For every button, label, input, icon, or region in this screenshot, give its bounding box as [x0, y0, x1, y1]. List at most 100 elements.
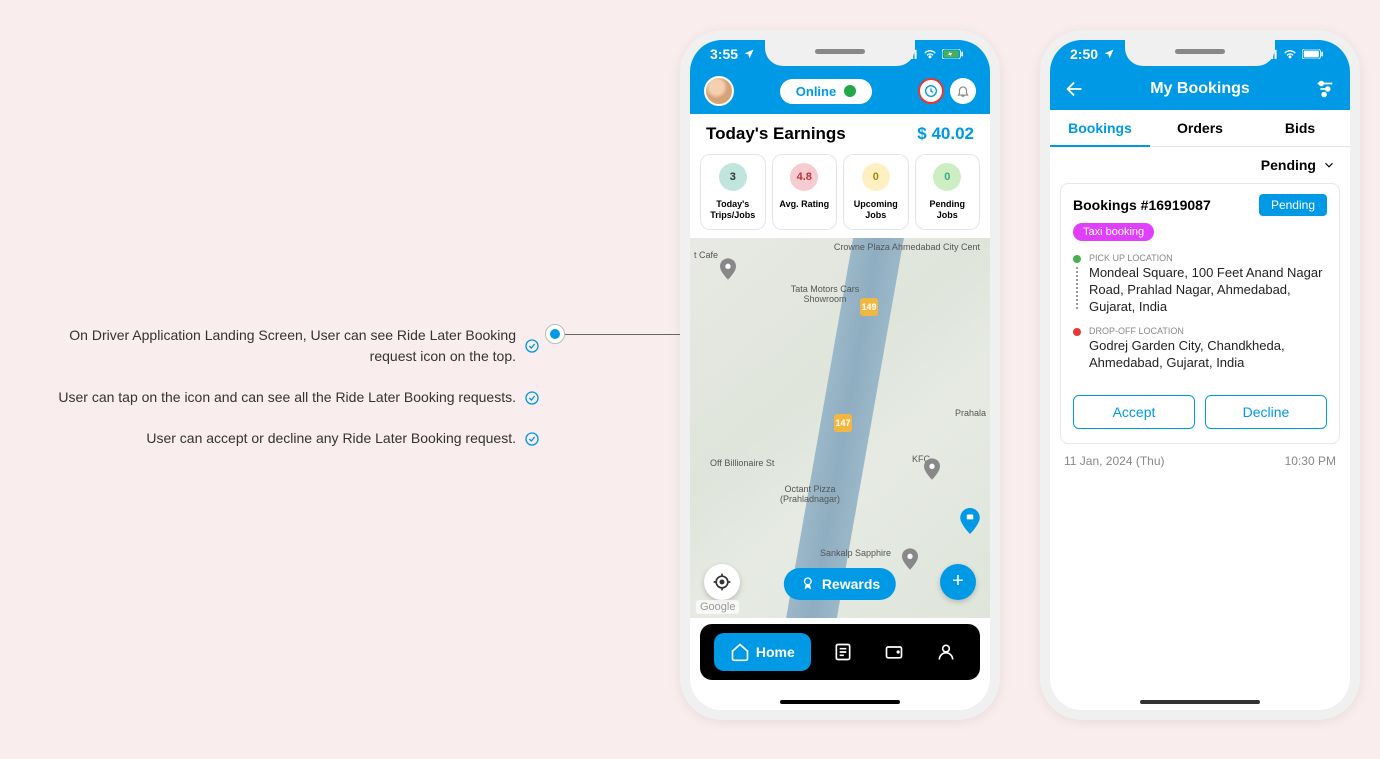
stat-value: 4.8: [790, 163, 818, 191]
nav-home[interactable]: Home: [714, 633, 811, 671]
map-poi-label: t Cafe: [694, 250, 718, 260]
route-line: [1076, 267, 1078, 309]
stat-label: Today's Trips/Jobs: [705, 199, 761, 221]
battery-icon: [942, 49, 964, 59]
status-time: 2:50: [1070, 46, 1098, 62]
stats-cards: 3 Today's Trips/Jobs 4.8 Avg. Rating 0 U…: [690, 150, 990, 238]
map-street-label: Off Billionaire St: [710, 458, 774, 468]
nav-wallet[interactable]: [874, 633, 914, 671]
earnings-summary: Today's Earnings $ 40.02: [690, 114, 990, 150]
nav-jobs[interactable]: [823, 633, 863, 671]
person-icon: [936, 642, 956, 662]
dropoff-label: DROP-OFF LOCATION: [1089, 326, 1327, 336]
booking-time: 10:30 PM: [1285, 454, 1336, 468]
status-time: 3:55: [710, 46, 738, 62]
notifications-icon[interactable]: [950, 78, 976, 104]
ride-later-icon[interactable]: [918, 78, 944, 104]
battery-icon: [1302, 49, 1324, 59]
map-shield-marker: 147: [834, 414, 852, 432]
chevron-down-icon: [1322, 158, 1336, 172]
stat-value: 0: [862, 163, 890, 191]
app-header: Online: [690, 68, 990, 114]
stat-trips[interactable]: 3 Today's Trips/Jobs: [700, 154, 766, 230]
filter-label: Pending: [1261, 157, 1316, 173]
map-pin-icon: [720, 258, 736, 280]
online-toggle[interactable]: Online: [780, 79, 872, 104]
home-indicator: [780, 700, 900, 704]
filter-icon[interactable]: [1314, 78, 1336, 100]
nav-label: Home: [756, 644, 795, 660]
list-icon: [833, 642, 853, 662]
phone-notch: [1125, 40, 1275, 66]
decline-button[interactable]: Decline: [1205, 395, 1327, 429]
fab-add-button[interactable]: +: [940, 564, 976, 600]
online-label: Online: [796, 84, 836, 99]
accept-button[interactable]: Accept: [1073, 395, 1195, 429]
map-shield-marker: 149: [860, 298, 878, 316]
feature-notes: On Driver Application Landing Screen, Us…: [20, 30, 540, 469]
stat-pending[interactable]: 0 Pending Jobs: [915, 154, 981, 230]
home-indicator: [1140, 700, 1260, 704]
map-poi-label: Prahala: [955, 408, 986, 418]
map-poi-label: Octant Pizza (Prahladnagar): [770, 484, 850, 504]
callout-pointer: [545, 324, 685, 344]
dropoff-address: Godrej Garden City, Chandkheda, Ahmedaba…: [1089, 338, 1327, 372]
tab-bookings[interactable]: Bookings: [1050, 110, 1150, 146]
check-icon: [524, 390, 540, 406]
page-title: My Bookings: [1150, 80, 1250, 98]
map-poi-label: Sankalp Sapphire: [820, 548, 891, 558]
booking-tabs: Bookings Orders Bids: [1050, 110, 1350, 147]
booking-type-badge: Taxi booking: [1073, 223, 1154, 241]
pickup-dot-icon: [1073, 255, 1081, 263]
dropoff-dot-icon: [1073, 328, 1081, 336]
google-attribution: Google: [696, 600, 739, 614]
phone-my-bookings: 2:50 My Bookings Bookings Orders Bids: [1040, 30, 1360, 720]
booking-id: Bookings #16919087: [1073, 197, 1211, 213]
location-arrow-icon: [743, 48, 755, 60]
online-status-dot: [844, 85, 856, 97]
rewards-button[interactable]: Rewards: [784, 568, 896, 600]
booking-timestamp: 11 Jan, 2024 (Thu) 10:30 PM: [1050, 444, 1350, 478]
bottom-nav: Home: [700, 624, 980, 680]
tab-orders[interactable]: Orders: [1150, 110, 1250, 146]
booking-card: Bookings #16919087 Pending Taxi booking …: [1060, 183, 1340, 444]
check-icon: [524, 431, 540, 447]
phone-driver-home: 3:55 Online: [680, 30, 1000, 720]
wifi-icon: [1282, 49, 1298, 59]
stat-rating[interactable]: 4.8 Avg. Rating: [772, 154, 838, 230]
back-arrow-icon[interactable]: [1064, 78, 1086, 100]
pickup-label: PICK UP LOCATION: [1089, 253, 1327, 263]
map-view[interactable]: Crowne Plaza Ahmedabad City Cent t Cafe …: [690, 238, 990, 618]
stat-value: 3: [719, 163, 747, 191]
stat-value: 0: [933, 163, 961, 191]
wallet-icon: [884, 642, 904, 662]
stat-label: Upcoming Jobs: [848, 199, 904, 221]
rewards-label: Rewards: [822, 576, 880, 592]
pickup-address: Mondeal Square, 100 Feet Anand Nagar Roa…: [1089, 265, 1327, 316]
earnings-title: Today's Earnings: [706, 124, 846, 144]
bookings-header: My Bookings: [1050, 68, 1350, 110]
map-poi-label: Tata Motors Cars Showroom: [790, 284, 860, 304]
status-badge: Pending: [1259, 194, 1327, 216]
map-poi-label: Crowne Plaza Ahmedabad City Cent: [834, 242, 980, 252]
driver-avatar[interactable]: [704, 76, 734, 106]
map-pin-icon: [902, 548, 918, 570]
map-pin-icon: [924, 458, 940, 480]
note-text: On Driver Application Landing Screen, Us…: [46, 325, 516, 367]
status-filter-dropdown[interactable]: Pending: [1050, 147, 1350, 183]
note-text: User can accept or decline any Ride Late…: [146, 428, 516, 449]
phone-notch: [765, 40, 915, 66]
rewards-icon: [800, 576, 816, 592]
location-arrow-icon: [1103, 48, 1115, 60]
stat-label: Avg. Rating: [777, 199, 833, 210]
tab-bids[interactable]: Bids: [1250, 110, 1350, 146]
map-pin-blue-icon: [960, 508, 980, 534]
stat-upcoming[interactable]: 0 Upcoming Jobs: [843, 154, 909, 230]
locate-me-button[interactable]: [704, 564, 740, 600]
booking-date: 11 Jan, 2024 (Thu): [1064, 454, 1165, 468]
nav-profile[interactable]: [926, 633, 966, 671]
check-icon: [524, 338, 540, 354]
note-text: User can tap on the icon and can see all…: [58, 387, 516, 408]
home-icon: [730, 642, 750, 662]
earnings-value: $ 40.02: [917, 124, 974, 144]
